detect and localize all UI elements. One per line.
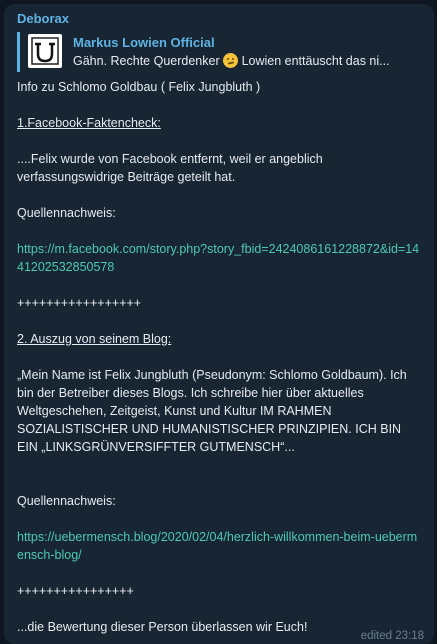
message-text: Info zu Schlomo Goldbau ( Felix Jungblut… — [17, 78, 422, 636]
sender-name[interactable]: Deborax — [17, 10, 422, 28]
reply-text-after: Lowien enttäuscht das ni... — [238, 54, 390, 68]
horseshoe-logo-icon — [31, 37, 59, 65]
separator: ++++++++++++++++ — [17, 584, 134, 598]
heading-blog-excerpt: 2. Auszug von seinem Blog: — [17, 332, 172, 346]
intro-line: Info zu Schlomo Goldbau ( Felix Jungblut… — [17, 80, 261, 94]
reply-preview[interactable]: Markus Lowien Official Gähn. Rechte Quer… — [17, 32, 422, 72]
facebook-link[interactable]: https://m.facebook.com/story.php?story_f… — [17, 242, 419, 274]
separator: +++++++++++++++++ — [17, 296, 142, 310]
heading-facebook-factcheck: 1.Facebook-Faktencheck: — [17, 116, 161, 130]
source-label: Quellennachweis: — [17, 206, 116, 220]
reply-author: Markus Lowien Official — [73, 35, 215, 50]
reply-text: Gähn. Rechte Querdenker Lowien enttäusch… — [73, 53, 422, 68]
face-with-hand-over-mouth-icon — [223, 53, 239, 68]
blog-quote: „Mein Name ist Felix Jungbluth (Pseudony… — [17, 368, 411, 454]
facebook-paragraph: ....Felix wurde von Facebook entfernt, w… — [17, 152, 327, 184]
blog-link[interactable]: https://uebermensch.blog/2020/02/04/herz… — [17, 530, 417, 562]
reply-text-before: Gähn. Rechte Querdenker — [73, 54, 224, 68]
source-label: Quellennachweis: — [17, 494, 116, 508]
reply-thumbnail — [28, 34, 62, 68]
edited-timestamp: edited 23:18 — [360, 630, 424, 642]
message-bubble: Deborax Markus Lowien Official Gähn. Rec… — [4, 4, 434, 644]
